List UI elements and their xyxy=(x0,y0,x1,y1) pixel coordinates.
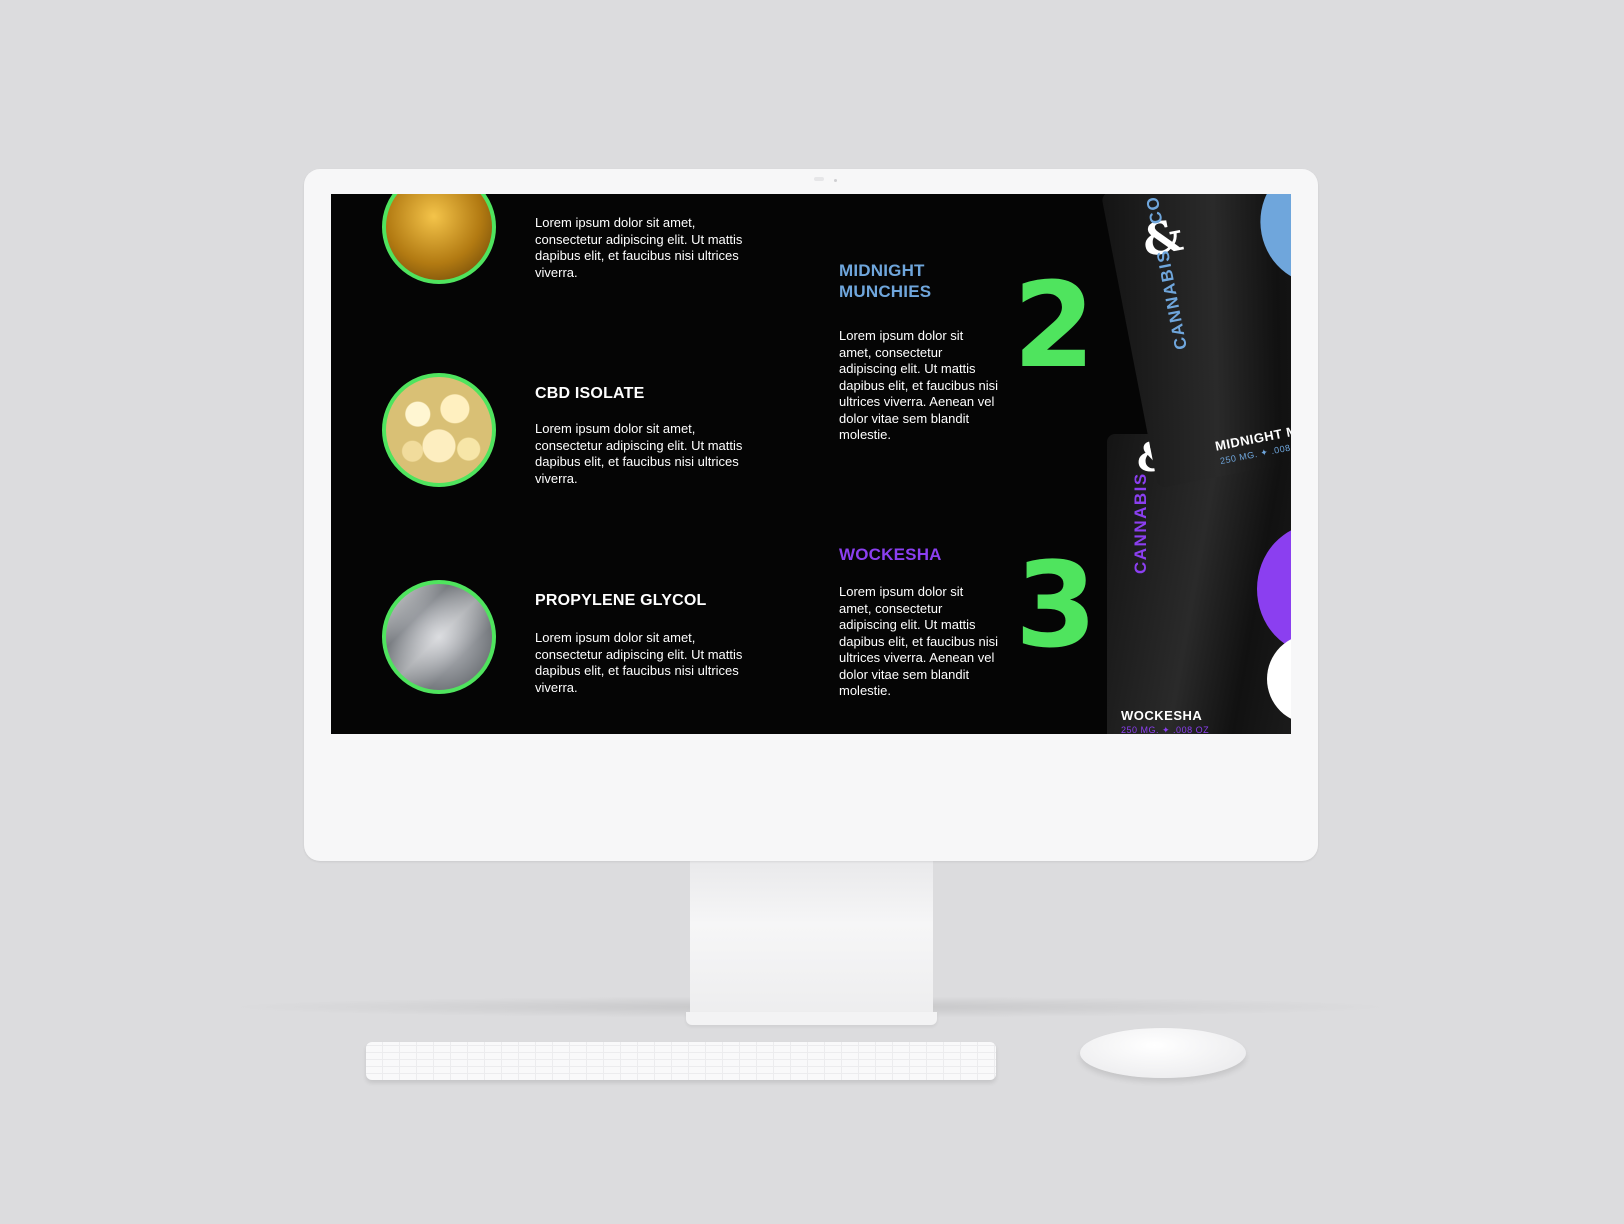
keyboard xyxy=(366,1042,996,1080)
ingredient-text-1: Lorem ipsum dolor sit amet, consectetur … xyxy=(535,215,743,280)
monitor-stand-base xyxy=(686,1012,937,1025)
propylene-glycol-icon xyxy=(382,580,496,694)
bag-brand-text: CANNABIS xyxy=(1131,472,1150,574)
mouse xyxy=(1080,1028,1246,1078)
flavor-title-midnight-munchies: MIDNIGHT MUNCHIES xyxy=(839,261,932,301)
flavor-number-3: 3 xyxy=(1015,536,1098,674)
flavor-text-midnight-munchies: Lorem ipsum dolor sit amet, consectetur … xyxy=(839,328,998,442)
bag-pattern-blue xyxy=(1250,194,1291,293)
bag-pattern-purple xyxy=(1257,524,1291,654)
bag-name-wockesha: WOCKESHA xyxy=(1121,708,1203,723)
flavor-title-wockesha: WOCKESHA xyxy=(839,545,942,564)
ingredient-text-3: Lorem ipsum dolor sit amet, consectetur … xyxy=(535,630,743,695)
camera-indicator xyxy=(834,179,837,182)
bag-sub-wockesha: 250 MG. ✦ .008 OZ xyxy=(1121,725,1210,734)
ingredient-title-2: CBD ISOLATE xyxy=(535,385,645,402)
screen: Lorem ipsum dolor sit amet, consectetur … xyxy=(331,194,1291,734)
flavor-number-2: 2 xyxy=(1013,256,1096,394)
bag-brand-text: CANNABIS xyxy=(1152,247,1191,352)
bag-pattern-white xyxy=(1267,634,1291,724)
cbd-isolate-icon xyxy=(382,373,496,487)
bag-pattern-blue-2 xyxy=(1282,273,1291,400)
monitor-stand xyxy=(690,861,933,1019)
camera-icon xyxy=(814,177,824,181)
ingredient-text-2: Lorem ipsum dolor sit amet, consectetur … xyxy=(535,421,743,486)
oil-icon xyxy=(382,194,496,284)
flavor-text-wockesha: Lorem ipsum dolor sit amet, consectetur … xyxy=(839,584,998,698)
bag-brand-co: CO xyxy=(1142,194,1167,226)
ingredient-title-3: PROPYLENE GLYCOL xyxy=(535,592,707,609)
